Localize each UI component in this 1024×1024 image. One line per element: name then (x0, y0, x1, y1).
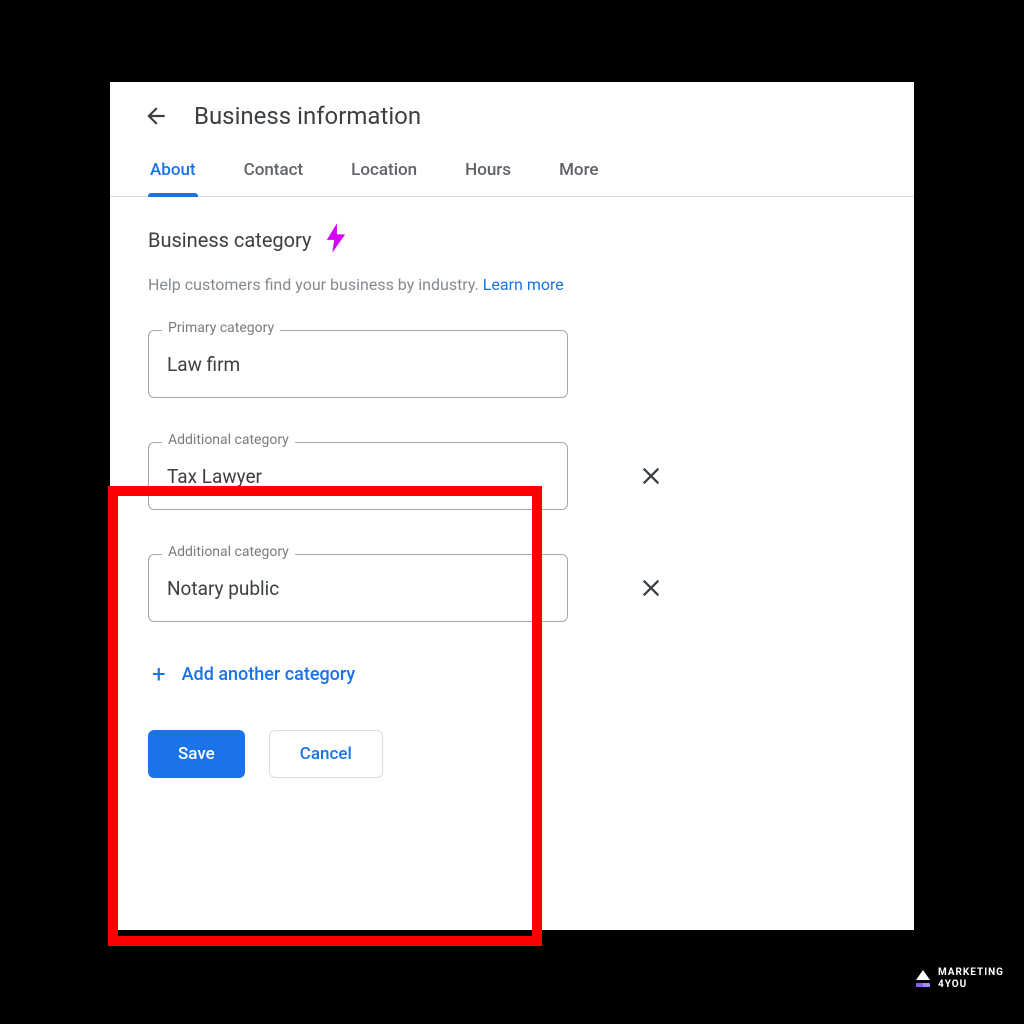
help-text-body: Help customers find your business by ind… (148, 275, 483, 294)
save-button[interactable]: Save (148, 730, 245, 778)
section-title: Business category (148, 228, 311, 252)
tab-location[interactable]: Location (349, 146, 419, 196)
additional-category-label-1: Additional category (162, 432, 295, 448)
remove-category-icon-1[interactable] (636, 461, 666, 491)
primary-category-field: Primary category (148, 330, 568, 398)
additional-category-input-1[interactable] (148, 442, 568, 510)
watermark-logo-icon (916, 970, 930, 987)
additional-category-input-2[interactable] (148, 554, 568, 622)
primary-category-input[interactable] (148, 330, 568, 398)
additional-category-field-2: Additional category (148, 554, 568, 622)
tab-bar: About Contact Location Hours More (110, 146, 914, 197)
remove-category-icon-2[interactable] (636, 573, 666, 603)
panel-header: Business information (110, 82, 914, 146)
watermark-line1: MARKETING (938, 967, 1004, 979)
additional-category-row-1: Additional category (148, 442, 876, 510)
content-area: Business category Help customers find yo… (110, 197, 914, 778)
page-title: Business information (194, 102, 421, 130)
primary-category-row: Primary category (148, 330, 876, 398)
tab-hours[interactable]: Hours (463, 146, 513, 196)
action-buttons: Save Cancel (148, 730, 876, 778)
learn-more-link[interactable]: Learn more (483, 275, 564, 294)
section-header: Business category (148, 223, 876, 257)
additional-category-field-1: Additional category (148, 442, 568, 510)
primary-category-label: Primary category (162, 320, 280, 336)
cancel-button[interactable]: Cancel (269, 730, 383, 778)
watermark-text: MARKETING 4YOU (938, 967, 1004, 990)
help-text: Help customers find your business by ind… (148, 275, 876, 294)
lightning-bolt-icon (325, 223, 347, 257)
tab-more[interactable]: More (557, 146, 600, 196)
business-info-panel: Business information About Contact Locat… (110, 82, 914, 930)
watermark-line2: 4YOU (938, 979, 1004, 991)
watermark: MARKETING 4YOU (916, 967, 1004, 990)
add-another-category-button[interactable]: + Add another category (148, 662, 876, 686)
additional-category-row-2: Additional category (148, 554, 876, 622)
plus-icon: + (152, 662, 166, 686)
additional-category-label-2: Additional category (162, 544, 295, 560)
add-another-label: Add another category (182, 664, 356, 685)
tab-contact[interactable]: Contact (242, 146, 306, 196)
tab-about[interactable]: About (148, 146, 198, 196)
back-arrow-icon[interactable] (142, 102, 170, 130)
